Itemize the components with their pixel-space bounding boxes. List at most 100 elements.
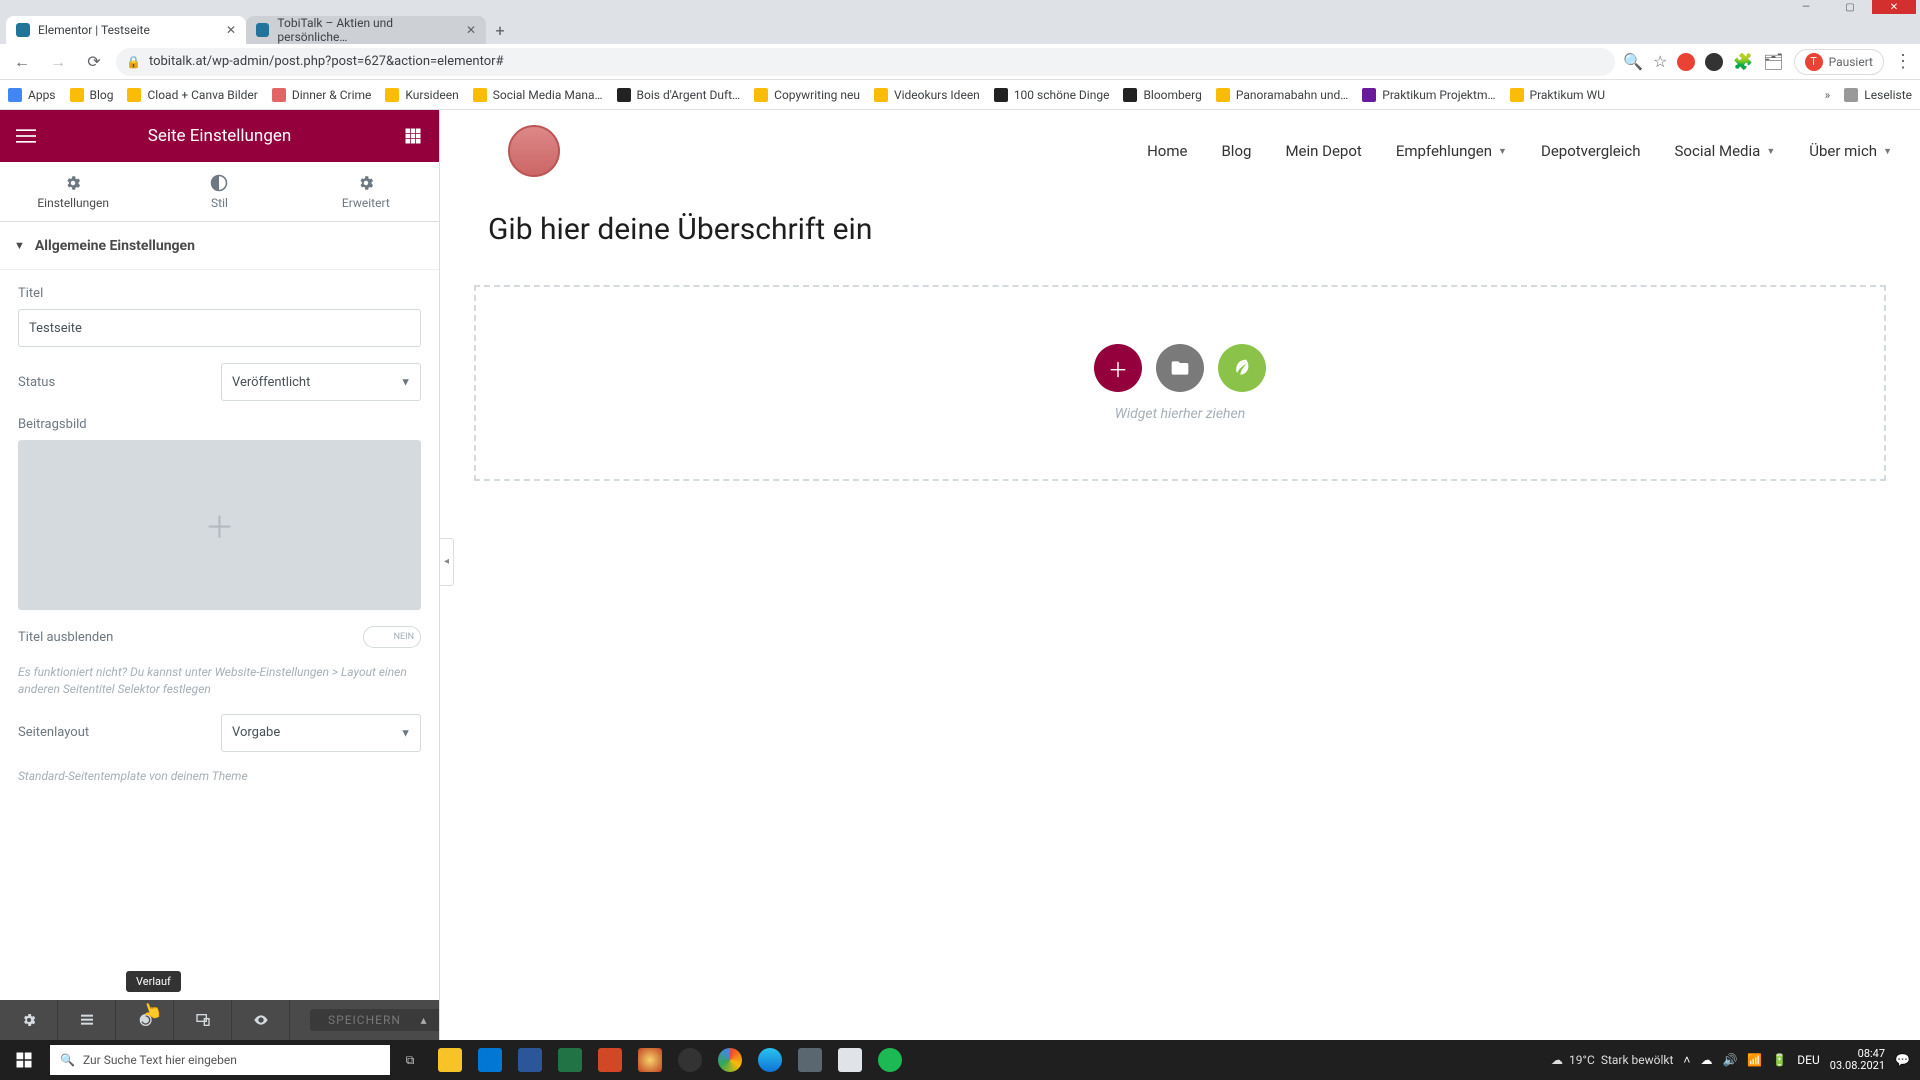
nav-item-blog[interactable]: Blog — [1221, 142, 1251, 160]
url-input[interactable] — [149, 54, 1605, 69]
bookmark-item[interactable]: Apps — [8, 88, 56, 102]
site-logo-avatar[interactable] — [508, 125, 560, 177]
taskbar-app[interactable] — [870, 1040, 910, 1080]
taskbar-app[interactable] — [830, 1040, 870, 1080]
bookmark-item[interactable]: Panoramabahn und… — [1216, 88, 1348, 102]
widget-drop-area[interactable]: ＋ Widget hierher ziehen — [474, 285, 1886, 481]
profile-chip[interactable]: T Pausiert — [1794, 49, 1884, 75]
taskbar-app[interactable] — [750, 1040, 790, 1080]
tab-settings[interactable]: Einstellungen — [0, 162, 146, 221]
folder-icon — [473, 88, 487, 102]
footer-settings-icon[interactable] — [0, 1000, 58, 1040]
taskbar-app[interactable] — [550, 1040, 590, 1080]
battery-icon[interactable]: 🔋 — [1772, 1053, 1787, 1067]
reload-button[interactable]: ⟳ — [80, 48, 108, 76]
bookmark-item[interactable]: Cload + Canva Bilder — [127, 88, 257, 102]
bookmark-item[interactable]: 100 schöne Dinge — [994, 88, 1110, 102]
nav-item-depotvergleich[interactable]: Depotvergleich — [1541, 142, 1641, 160]
tab-title: Elementor | Testseite — [38, 23, 150, 37]
add-section-button[interactable]: ＋ — [1094, 344, 1142, 392]
menu-icon[interactable] — [12, 122, 40, 150]
nav-item-social[interactable]: Social Media▼ — [1675, 142, 1776, 160]
clock[interactable]: 08:47 03.08.2021 — [1830, 1048, 1885, 1072]
tray-chevron-icon[interactable]: ˄ — [1683, 1053, 1690, 1067]
volume-icon[interactable]: 🔊 — [1722, 1053, 1737, 1067]
layout-select[interactable] — [221, 714, 421, 752]
tab-style[interactable]: Stil — [146, 162, 292, 221]
date-text: 03.08.2021 — [1830, 1060, 1885, 1072]
add-template-button[interactable] — [1156, 344, 1204, 392]
featured-image-picker[interactable]: ＋ — [18, 440, 421, 610]
bookmark-item[interactable]: Copywriting neu — [754, 88, 860, 102]
forward-button[interactable]: → — [44, 48, 72, 76]
notifications-icon[interactable]: 💬 — [1895, 1053, 1910, 1067]
tab-close-icon[interactable]: ✕ — [466, 23, 476, 37]
save-options-icon[interactable]: ▴ — [409, 1009, 439, 1031]
tab-close-icon[interactable]: ✕ — [226, 23, 236, 37]
bookmark-item[interactable]: Social Media Mana… — [473, 88, 603, 102]
window-close[interactable]: ✕ — [1872, 0, 1916, 14]
footer-preview-icon[interactable] — [232, 1000, 290, 1040]
save-button[interactable]: SPEICHERN ▴ — [290, 1009, 439, 1031]
taskbar-app[interactable] — [670, 1040, 710, 1080]
weather-text: Stark bewölkt — [1601, 1053, 1674, 1067]
bookmark-item[interactable]: Praktikum WU — [1510, 88, 1605, 102]
bookmark-item[interactable]: Dinner & Crime — [272, 88, 372, 102]
extension-icon[interactable] — [1677, 53, 1695, 71]
omnibox[interactable]: 🔒 — [116, 48, 1615, 76]
bookmark-item[interactable]: Bois d'Argent Duft… — [617, 88, 741, 102]
start-button[interactable] — [0, 1040, 48, 1080]
zoom-icon[interactable]: 🔍 — [1623, 52, 1643, 71]
back-button[interactable]: ← — [8, 48, 36, 76]
nav-item-depot[interactable]: Mein Depot — [1285, 142, 1361, 160]
bookmark-item[interactable]: Blog — [70, 88, 114, 102]
extension-icon[interactable] — [1705, 53, 1723, 71]
envato-button[interactable] — [1218, 344, 1266, 392]
footer-navigator-icon[interactable] — [58, 1000, 116, 1040]
star-icon[interactable]: ☆ — [1653, 52, 1667, 71]
accordion-general[interactable]: ▼ Allgemeine Einstellungen — [0, 222, 439, 270]
bookmark-item[interactable]: Videokurs Ideen — [874, 88, 980, 102]
wifi-icon[interactable]: 📶 — [1747, 1053, 1762, 1067]
browser-tab-active[interactable]: Elementor | Testseite ✕ — [6, 16, 246, 44]
nav-item-empfehlungen[interactable]: Empfehlungen▼ — [1396, 142, 1507, 160]
task-view-icon[interactable]: ⧉ — [390, 1040, 430, 1080]
taskbar-app[interactable] — [790, 1040, 830, 1080]
sidebar-footer: SPEICHERN ▴ — [0, 1000, 439, 1040]
readlist-icon[interactable]: 🗂 — [1763, 52, 1783, 71]
bookmark-item[interactable]: Praktikum Projektm… — [1362, 88, 1495, 102]
language-indicator[interactable]: DEU — [1797, 1053, 1819, 1067]
footer-responsive-icon[interactable] — [174, 1000, 232, 1040]
nav-item-home[interactable]: Home — [1147, 142, 1187, 160]
tab-advanced[interactable]: Erweitert — [293, 162, 439, 221]
extensions-icon[interactable]: 🧩 — [1733, 52, 1753, 71]
window-maximize[interactable]: ▢ — [1828, 0, 1872, 14]
taskbar-app[interactable] — [430, 1040, 470, 1080]
browser-tab-inactive[interactable]: TobiTalk – Aktien und persönliche… ✕ — [246, 16, 486, 44]
bookmarks-overflow[interactable]: » — [1825, 88, 1831, 102]
nav-item-about[interactable]: Über mich▼ — [1809, 142, 1892, 160]
window-minimize[interactable]: — — [1784, 0, 1828, 14]
weather-widget[interactable]: ☁ 19°C Stark bewölkt — [1551, 1053, 1673, 1067]
taskbar-search[interactable]: 🔍 Zur Suche Text hier eingeben — [50, 1045, 390, 1075]
collapse-sidebar-handle[interactable]: ◂ — [440, 538, 454, 586]
readlist-button[interactable]: Leseliste — [1844, 88, 1912, 102]
taskbar-app[interactable] — [590, 1040, 630, 1080]
widgets-grid-icon[interactable] — [399, 122, 427, 150]
onedrive-icon[interactable]: ☁ — [1700, 1053, 1712, 1067]
bookmark-item[interactable]: Kursideen — [385, 88, 458, 102]
folder-icon — [1216, 88, 1230, 102]
taskbar-app[interactable] — [510, 1040, 550, 1080]
sidebar-title: Seite Einstellungen — [148, 126, 292, 146]
new-tab-button[interactable]: + — [486, 16, 514, 44]
taskbar-app[interactable] — [470, 1040, 510, 1080]
taskbar-app[interactable] — [710, 1040, 750, 1080]
taskbar-app[interactable] — [630, 1040, 670, 1080]
status-select[interactable] — [221, 363, 421, 401]
page-heading[interactable]: Gib hier deine Überschrift ein — [440, 192, 1920, 277]
bookmark-item[interactable]: Bloomberg — [1123, 88, 1201, 102]
chrome-menu-icon[interactable]: ⋮ — [1894, 51, 1912, 72]
title-input[interactable] — [18, 309, 421, 347]
sidebar-header: Seite Einstellungen — [0, 110, 439, 162]
hide-title-toggle[interactable]: NEIN — [363, 626, 421, 648]
